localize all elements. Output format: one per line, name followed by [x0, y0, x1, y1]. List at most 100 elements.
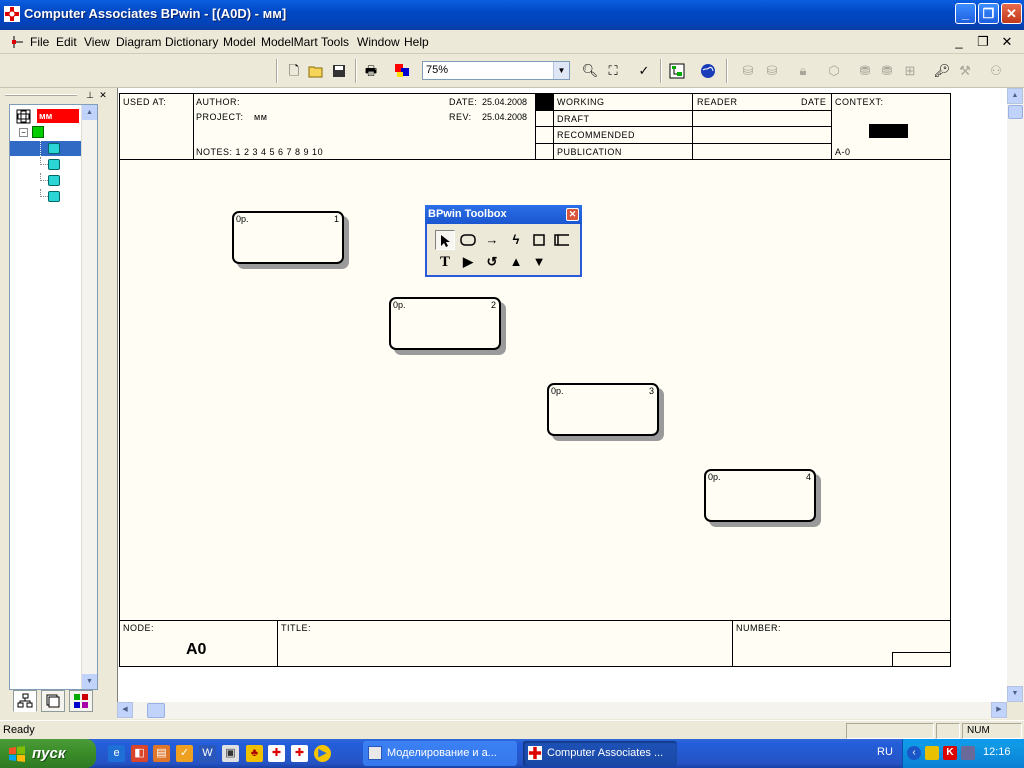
down-triangle-tool-icon[interactable]: ▼	[529, 252, 549, 272]
bpwin-app-icon[interactable]	[4, 6, 20, 22]
toolbox-title-bar[interactable]: BPwin Toolbox ✕	[425, 205, 582, 224]
mm-refresh-icon[interactable]: ⛃	[877, 61, 897, 81]
tray-app-icon[interactable]	[925, 746, 939, 760]
model-tree[interactable]: мм − ▲ ▼	[9, 104, 98, 690]
security-key-icon[interactable]: 🔑︎	[932, 61, 952, 81]
menu-dictionary[interactable]: Dictionary	[165, 35, 218, 49]
mm-save-icon[interactable]: ⛃	[855, 61, 875, 81]
new-icon[interactable]: 🗋	[284, 61, 304, 81]
restore-button[interactable]: ❐	[978, 3, 999, 24]
tree-node-activity-4[interactable]	[10, 189, 82, 204]
menu-view[interactable]: View	[84, 35, 110, 49]
scroll-down-icon[interactable]: ▼	[1007, 686, 1023, 702]
menu-help[interactable]: Help	[404, 35, 429, 49]
title-bar[interactable]: Computer Associates BPwin - [(A0D) - мм]…	[0, 0, 1024, 30]
horizontal-scroll-thumb[interactable]	[147, 703, 165, 718]
antivirus-icon[interactable]: K	[943, 746, 957, 760]
diagram-sheet[interactable]: USED AT: AUTHOR: PROJECT: мм NOTES: 1 2 …	[119, 93, 951, 667]
globe-icon[interactable]	[698, 61, 718, 81]
tree-root-label[interactable]: мм	[37, 109, 79, 123]
up-triangle-tool-icon[interactable]: ▲	[506, 252, 526, 272]
mm-cube-icon[interactable]: ⬡	[824, 61, 844, 81]
media-player-icon[interactable]: ▶	[314, 745, 331, 762]
task-button-bpwin[interactable]: Computer Associates ...	[523, 741, 677, 766]
bpwin-quicklaunch-icon[interactable]: ✚	[291, 745, 308, 762]
horizontal-scrollbar[interactable]: ◀ ▶	[117, 702, 1007, 719]
tree-node-activity-3[interactable]	[10, 173, 82, 188]
bpwin-toolbox[interactable]: BPwin Toolbox ✕ → ϟ T ▶ ↺ ▲ ▼	[425, 205, 582, 277]
right-triangle-tool-icon[interactable]: ▶	[458, 252, 478, 272]
zoom-in-icon[interactable]: 🔍︎	[580, 61, 600, 81]
zoom-fit-icon[interactable]: ⛶	[603, 61, 623, 81]
lock-icon[interactable]: 🔒︎	[793, 61, 813, 81]
arrow-tool-icon[interactable]: →	[482, 230, 502, 250]
minimize-button[interactable]: _	[955, 3, 976, 24]
mm-grid-icon[interactable]: ⊞	[900, 61, 920, 81]
clock[interactable]: 12:16	[983, 746, 1011, 758]
collapse-toggle-icon[interactable]: −	[19, 128, 28, 137]
vertical-scrollbar[interactable]: ▲ ▼	[1007, 88, 1024, 702]
scroll-left-icon[interactable]: ◀	[117, 702, 133, 718]
tree-root[interactable]: мм	[10, 109, 82, 124]
tab-objects[interactable]	[69, 690, 93, 712]
quicklaunch-app-icon[interactable]: ♣	[246, 745, 263, 762]
mdi-restore-button[interactable]: ❐	[974, 33, 992, 50]
scroll-right-icon[interactable]: ▶	[991, 702, 1007, 718]
open-folder-icon[interactable]	[306, 61, 326, 81]
activity-box-3[interactable]: 0р. 3	[547, 383, 659, 436]
task-button-word[interactable]: Моделирование и а...	[363, 741, 517, 766]
pointer-tool-icon[interactable]	[435, 230, 455, 250]
language-indicator[interactable]: RU	[877, 746, 893, 758]
diagram-canvas[interactable]: USED AT: AUTHOR: PROJECT: мм NOTES: 1 2 …	[117, 88, 1007, 702]
data-store-tool-icon[interactable]	[552, 230, 572, 250]
menu-diagram[interactable]: Diagram	[116, 35, 161, 49]
quicklaunch-app-icon[interactable]: ✓	[176, 745, 193, 762]
text-tool-icon[interactable]: T	[435, 252, 455, 272]
tree-node-activity-2[interactable]	[10, 157, 82, 172]
quicklaunch-app-icon[interactable]: ▣	[222, 745, 239, 762]
menu-file[interactable]: File	[30, 35, 49, 49]
menu-model[interactable]: Model	[223, 35, 256, 49]
tray-expand-icon[interactable]: ‹	[907, 746, 921, 760]
close-button[interactable]: ✕	[1001, 3, 1022, 24]
panel-grip[interactable]	[5, 94, 77, 96]
scroll-down-icon[interactable]: ▼	[82, 674, 97, 689]
mm-tools-icon[interactable]: ⚒	[955, 61, 975, 81]
scroll-up-icon[interactable]: ▲	[82, 105, 97, 120]
tree-vertical-scrollbar[interactable]: ▲ ▼	[81, 105, 97, 689]
tab-diagrams[interactable]	[41, 690, 65, 712]
word-icon[interactable]: W	[199, 745, 216, 762]
menu-edit[interactable]: Edit	[56, 35, 77, 49]
activity-box-tool-icon[interactable]	[458, 230, 478, 250]
menu-tools[interactable]: Tools	[321, 35, 349, 49]
tab-activities[interactable]	[13, 690, 37, 712]
document-icon[interactable]	[10, 34, 26, 50]
model-explorer-icon[interactable]	[667, 61, 687, 81]
zoom-select[interactable]: 75% ▼	[422, 61, 570, 80]
menu-window[interactable]: Window	[357, 35, 400, 49]
mm-users-icon[interactable]: ⚇	[986, 61, 1006, 81]
mm-disconnect-icon[interactable]: ⛁	[762, 61, 782, 81]
save-icon[interactable]	[329, 61, 349, 81]
tree-node-activity-1[interactable]	[10, 141, 82, 156]
print-icon[interactable]: 🖶	[361, 61, 381, 81]
color-palette-icon[interactable]	[392, 61, 412, 81]
bpwin-quicklaunch-icon[interactable]: ✚	[268, 745, 285, 762]
mm-connect-icon[interactable]: ⛁	[738, 61, 758, 81]
mdi-close-button[interactable]: ✕	[998, 33, 1016, 50]
toolbox-close-button[interactable]: ✕	[566, 208, 579, 221]
activity-box-2[interactable]: 0р. 2	[389, 297, 501, 350]
quicklaunch-app-icon[interactable]: ◧	[131, 745, 148, 762]
menu-modelmart[interactable]: ModelMart	[261, 35, 318, 49]
external-reference-tool-icon[interactable]	[529, 230, 549, 250]
panel-dock-button[interactable]: ⊥	[85, 90, 95, 100]
start-button[interactable]: пуск	[0, 739, 96, 768]
panel-close-button[interactable]: ✕	[98, 90, 108, 100]
mdi-minimize-button[interactable]: _	[950, 33, 968, 50]
ie-icon[interactable]: e	[108, 745, 125, 762]
network-icon[interactable]	[961, 746, 975, 760]
chevron-down-icon[interactable]: ▼	[553, 62, 569, 79]
squiggle-tool-icon[interactable]: ϟ	[506, 230, 526, 250]
rotate-tool-icon[interactable]: ↺	[482, 252, 502, 272]
vertical-scroll-thumb[interactable]	[1008, 105, 1023, 119]
